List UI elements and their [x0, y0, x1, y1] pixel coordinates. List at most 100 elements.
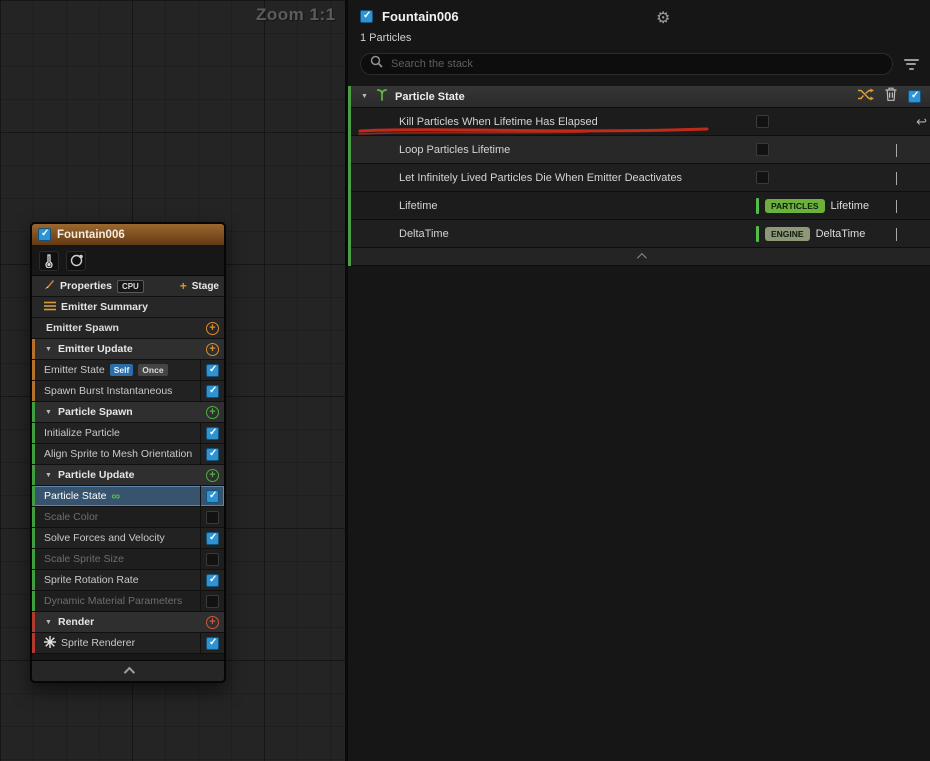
section-enabled-checkbox[interactable]	[908, 90, 921, 103]
particles-namespace-pill[interactable]: PARTICLES	[765, 199, 825, 213]
node-row-particle-state[interactable]: Particle State ∞	[32, 486, 224, 507]
scale-color-label: Scale Color	[44, 511, 98, 523]
details-header: Fountain006 ⚙ 1 Particles	[348, 0, 930, 75]
particle-state-stack: ▼ Particle State Kill Particles When Lif…	[348, 86, 930, 266]
node-row-properties[interactable]: Properties CPU + Stage	[32, 276, 224, 297]
node-row-scale-color[interactable]: Scale Color	[32, 507, 224, 528]
stack-search-input[interactable]	[389, 57, 883, 71]
lifetime-label: Lifetime	[399, 200, 438, 212]
add-stage-plus-icon[interactable]: +	[180, 279, 187, 293]
emitter-enabled-checkbox[interactable]	[38, 228, 51, 241]
align-sprite-checkbox[interactable]	[206, 448, 219, 461]
particle-state-section-header[interactable]: ▼ Particle State	[351, 86, 930, 108]
node-row-emitter-summary[interactable]: Emitter Summary	[32, 297, 224, 318]
emitter-state-checkbox[interactable]	[206, 364, 219, 377]
emitter-node-toolbar	[32, 246, 224, 276]
property-row-lifetime[interactable]: Lifetime PARTICLES Lifetime	[351, 192, 930, 220]
node-row-emitter-update[interactable]: ▼ Emitter Update +	[32, 339, 224, 360]
node-row-initialize-particle[interactable]: Initialize Particle	[32, 423, 224, 444]
node-row-solve-forces[interactable]: Solve Forces and Velocity	[32, 528, 224, 549]
add-renderer-icon[interactable]: +	[206, 616, 219, 629]
input-link-bar	[756, 226, 759, 242]
orbit-icon[interactable]	[66, 251, 86, 271]
collapse-triangle-icon[interactable]: ▼	[44, 346, 53, 353]
property-row-deltatime[interactable]: DeltaTime ENGINE DeltaTime	[351, 220, 930, 248]
sprite-renderer-checkbox[interactable]	[206, 637, 219, 650]
stack-search-box[interactable]	[360, 53, 893, 75]
particle-update-label: Particle Update	[58, 469, 134, 481]
emitter-spawn-label: Emitter Spawn	[46, 322, 119, 334]
add-module-icon[interactable]: +	[206, 343, 219, 356]
align-sprite-label: Align Sprite to Mesh Orientation	[44, 448, 192, 460]
let-infinitely-checkbox[interactable]	[756, 171, 769, 184]
property-row-loop-particles[interactable]: Loop Particles Lifetime	[351, 136, 930, 164]
node-row-spawn-burst[interactable]: Spawn Burst Instantaneous	[32, 381, 224, 402]
emitter-node-header[interactable]: Fountain006	[32, 224, 224, 246]
particle-state-label: Particle State	[44, 490, 106, 502]
node-row-render[interactable]: ▼ Render +	[32, 612, 224, 633]
property-row-kill-particles[interactable]: Kill Particles When Lifetime Has Elapsed…	[351, 108, 930, 136]
shuffle-icon[interactable]	[857, 88, 874, 106]
node-row-scale-sprite-size[interactable]: Scale Sprite Size	[32, 549, 224, 570]
reset-to-default-icon[interactable]: ↩	[916, 114, 927, 130]
node-row-emitter-state[interactable]: Emitter State Self Once	[32, 360, 224, 381]
particle-state-checkbox[interactable]	[206, 490, 219, 503]
kill-particles-checkbox[interactable]	[756, 115, 769, 128]
sun-icon	[44, 636, 56, 651]
thermometer-icon[interactable]	[39, 251, 59, 271]
node-row-particle-update[interactable]: ▼ Particle Update +	[32, 465, 224, 486]
solve-forces-checkbox[interactable]	[206, 532, 219, 545]
add-module-icon[interactable]: +	[206, 406, 219, 419]
stack-collapse-button[interactable]	[351, 248, 930, 266]
node-row-dynamic-material[interactable]: Dynamic Material Parameters	[32, 591, 224, 612]
loop-particles-checkbox[interactable]	[756, 143, 769, 156]
node-row-align-sprite[interactable]: Align Sprite to Mesh Orientation	[32, 444, 224, 465]
sprite-rotation-checkbox[interactable]	[206, 574, 219, 587]
node-row-sprite-renderer[interactable]: Sprite Renderer	[32, 633, 224, 654]
chevron-down-icon[interactable]	[896, 172, 897, 184]
dynamic-material-checkbox[interactable]	[206, 595, 219, 608]
self-badge: Self	[110, 364, 134, 376]
chevron-down-icon[interactable]	[896, 144, 897, 156]
section-title: Particle State	[395, 91, 465, 103]
filter-icon[interactable]	[902, 59, 920, 70]
trash-icon[interactable]	[885, 87, 897, 106]
scale-sprite-size-label: Scale Sprite Size	[44, 553, 124, 565]
render-label: Render	[58, 616, 94, 628]
initialize-particle-checkbox[interactable]	[206, 427, 219, 440]
brush-icon	[44, 279, 55, 293]
node-collapse-button[interactable]	[32, 661, 224, 681]
lifetime-value[interactable]: Lifetime	[831, 200, 870, 212]
emitter-enabled-checkbox[interactable]	[360, 10, 373, 23]
collapse-triangle-icon[interactable]: ▼	[360, 93, 369, 100]
add-stage-button[interactable]: Stage	[192, 281, 219, 292]
chevron-down-icon[interactable]	[896, 200, 897, 212]
collapse-triangle-icon[interactable]: ▼	[44, 409, 53, 416]
initialize-particle-label: Initialize Particle	[44, 427, 120, 439]
scale-color-checkbox[interactable]	[206, 511, 219, 524]
particles-count-label: 1 Particles	[360, 32, 920, 44]
kill-particles-label: Kill Particles When Lifetime Has Elapsed	[399, 116, 598, 128]
details-title: Fountain006	[382, 9, 459, 24]
gear-icon[interactable]: ⚙	[656, 8, 670, 28]
scale-sprite-size-checkbox[interactable]	[206, 553, 219, 566]
loop-particles-label: Loop Particles Lifetime	[399, 144, 510, 156]
add-module-icon[interactable]: +	[206, 469, 219, 482]
node-row-particle-spawn[interactable]: ▼ Particle Spawn +	[32, 402, 224, 423]
sprite-rotation-label: Sprite Rotation Rate	[44, 574, 139, 586]
collapse-triangle-icon[interactable]: ▼	[44, 619, 53, 626]
chevron-down-icon[interactable]	[896, 228, 897, 240]
node-gap	[32, 654, 224, 661]
spawn-burst-checkbox[interactable]	[206, 385, 219, 398]
niagara-graph-viewport[interactable]: Zoom 1:1 Fountain006 Properties CPU + St…	[0, 0, 348, 761]
add-module-icon[interactable]: +	[206, 322, 219, 335]
collapse-triangle-icon[interactable]: ▼	[44, 472, 53, 479]
node-row-sprite-rotation[interactable]: Sprite Rotation Rate	[32, 570, 224, 591]
property-row-let-infinitely[interactable]: Let Infinitely Lived Particles Die When …	[351, 164, 930, 192]
emitter-node-fountain006[interactable]: Fountain006 Properties CPU + Stage	[30, 222, 226, 683]
emitter-summary-label: Emitter Summary	[61, 301, 148, 313]
node-row-emitter-spawn[interactable]: Emitter Spawn +	[32, 318, 224, 339]
engine-namespace-pill[interactable]: ENGINE	[765, 227, 810, 241]
deltatime-value[interactable]: DeltaTime	[816, 228, 866, 240]
input-link-bar	[756, 198, 759, 214]
